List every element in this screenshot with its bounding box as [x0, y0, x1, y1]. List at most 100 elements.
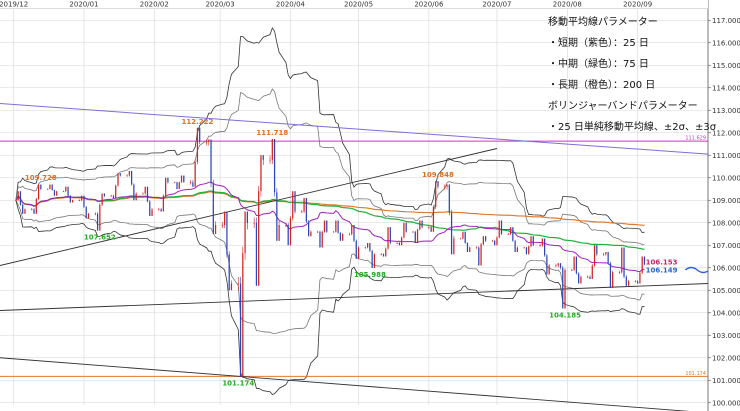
candle-body: [69, 195, 71, 203]
candle-body: [135, 193, 137, 201]
x-tick-label: 2020/04: [276, 1, 306, 9]
candle-body: [494, 240, 496, 246]
candle-body: [432, 207, 435, 232]
candle-body: [480, 244, 482, 266]
y-tick-label: 100.000: [712, 399, 740, 407]
x-tick-label: 2020/03: [206, 1, 235, 9]
candle-body: [555, 265, 557, 267]
candle-body: [612, 272, 614, 288]
candle-body: [559, 263, 562, 268]
candle-body: [618, 272, 621, 274]
candle-body: [562, 267, 564, 309]
price-annotation: 104.185: [549, 311, 581, 319]
candle-body: [355, 240, 357, 259]
price-annotation: 106.149: [646, 266, 678, 274]
candle-body: [78, 200, 81, 202]
y-tick-label: 109.000: [712, 197, 740, 205]
candle-body: [348, 234, 351, 235]
candle-body: [621, 247, 623, 273]
candle-body: [212, 183, 214, 234]
candle-body: [285, 225, 287, 226]
candle-body: [208, 139, 210, 142]
candle-body: [446, 184, 448, 187]
candle-body: [421, 220, 423, 228]
candle-body: [444, 186, 446, 188]
candle-body: [602, 254, 605, 256]
candle-body: [49, 184, 51, 189]
candle-body: [335, 220, 337, 232]
y-tick-label: 115.000: [712, 62, 740, 70]
y-tick-label: 111.000: [712, 152, 740, 160]
candle-body: [246, 211, 248, 223]
candle-body: [258, 191, 260, 286]
candle-body: [31, 209, 33, 211]
candle-body: [332, 231, 335, 233]
legend-line-bb-title: ボリンジャーバンドパラメーター: [548, 101, 698, 112]
candle-body: [580, 276, 582, 284]
candle-body: [591, 265, 593, 279]
candle-body: [466, 243, 469, 252]
candle-body: [396, 243, 398, 244]
candle-body: [94, 213, 96, 215]
candle-body: [126, 175, 128, 177]
candle-body: [571, 270, 573, 271]
candle-body: [530, 236, 532, 247]
x-tick-label: 2020/05: [344, 1, 373, 9]
candle-body: [587, 276, 589, 278]
candle-body: [353, 225, 355, 241]
candle-body: [51, 184, 53, 191]
candle-body: [401, 237, 403, 246]
y-tick-label: 101.000: [712, 377, 740, 385]
candle-body: [382, 254, 385, 257]
candle-body: [482, 236, 484, 245]
candle-body: [310, 231, 312, 237]
candle-body: [380, 254, 382, 256]
candle-body: [387, 227, 389, 249]
y-tick-label: 105.000: [712, 287, 740, 295]
x-tick-label: 2020/01: [69, 1, 98, 9]
y-tick-label: 104.000: [712, 309, 740, 317]
candle-body: [578, 273, 580, 284]
candle-body: [115, 185, 117, 198]
candle-body: [110, 195, 112, 197]
trend-lines: 111.629101.174: [0, 103, 709, 411]
candle-body: [414, 231, 416, 243]
x-tick-label: 2020/09: [623, 1, 652, 9]
y-tick-label: 103.000: [712, 332, 740, 340]
candle-body: [589, 276, 591, 279]
candle-body: [237, 283, 239, 285]
candle-body: [199, 127, 201, 142]
candle-body: [53, 190, 56, 196]
candle-body: [67, 186, 69, 196]
candle-body: [133, 184, 135, 201]
candle-body: [498, 220, 500, 238]
candle-body: [500, 220, 503, 234]
candle-body: [543, 238, 546, 256]
candle-body: [428, 227, 430, 229]
candle-body: [507, 234, 509, 235]
candle-body: [405, 222, 407, 232]
candle-body: [609, 263, 612, 288]
candle-body: [149, 201, 151, 216]
candle-body: [22, 204, 24, 214]
candle-body: [224, 211, 226, 225]
ma-short-line: [15, 181, 645, 273]
candle-body: [412, 231, 414, 233]
y-tick-label: 113.000: [712, 107, 740, 115]
price-annotation: 111.718: [256, 129, 288, 137]
candle-body: [276, 192, 278, 241]
candle-body: [144, 186, 146, 194]
candle-body: [189, 182, 192, 184]
candle-body: [269, 159, 271, 161]
chart-root: 111.629 101.174 112.222 111.718 109.728 109.…: [0, 0, 740, 411]
candle-body: [226, 211, 228, 255]
candle-body: [160, 209, 162, 212]
candle-body: [593, 245, 596, 266]
candle-body: [634, 281, 637, 283]
candle-body: [437, 181, 439, 187]
candle-body: [146, 186, 149, 202]
candle-body: [509, 227, 512, 234]
candle-body: [339, 232, 342, 241]
candle-body: [460, 238, 462, 240]
candle-body: [453, 238, 455, 255]
